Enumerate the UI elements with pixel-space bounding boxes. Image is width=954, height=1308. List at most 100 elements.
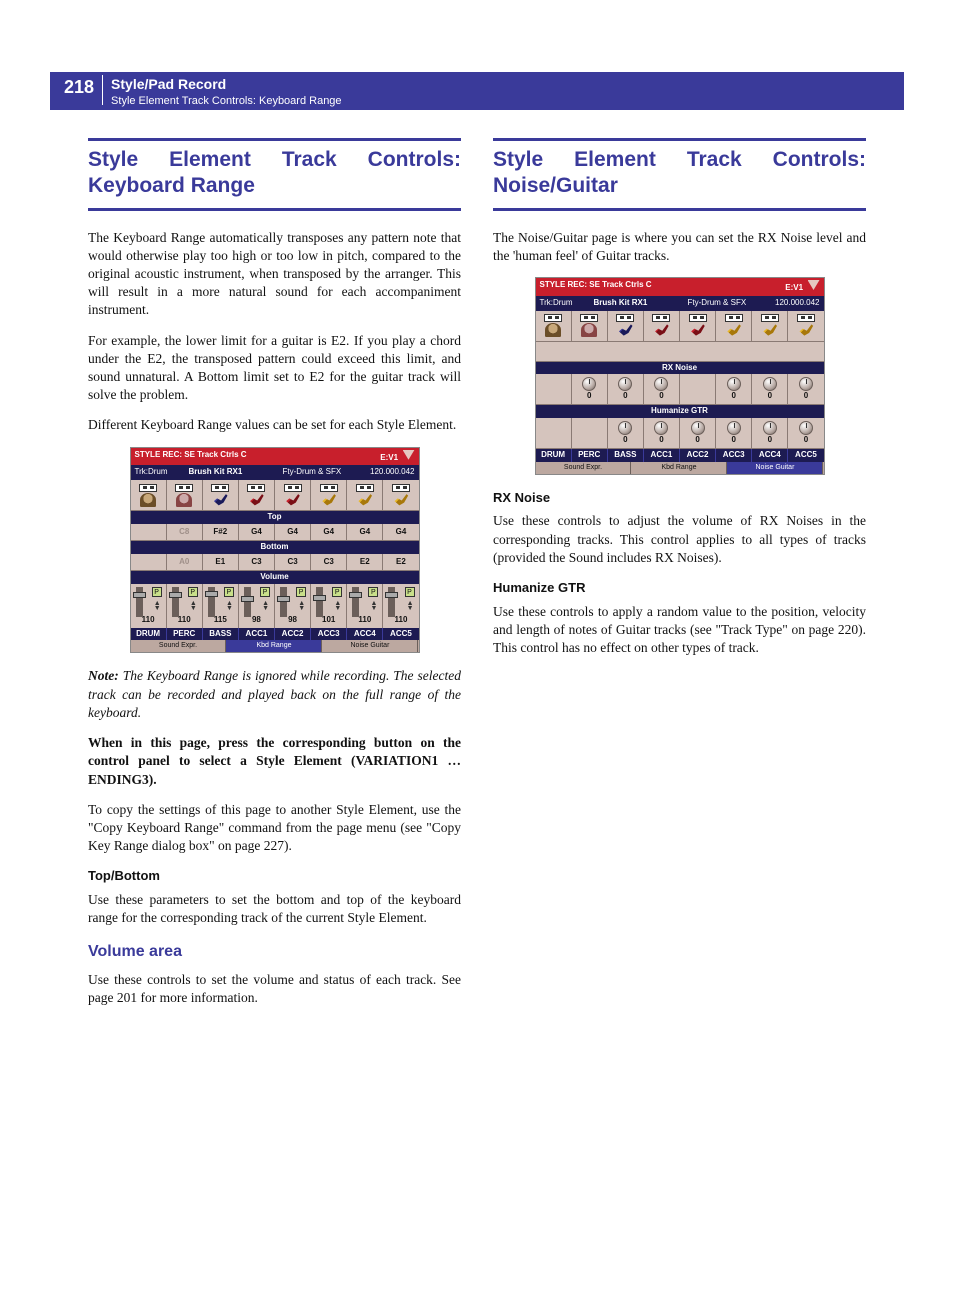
humanize-knobs: 0 0 0 0 0 0 xyxy=(536,418,824,449)
usb-icon xyxy=(689,314,707,322)
track-label[interactable]: DRUM xyxy=(131,628,167,641)
menu-arrow-icon[interactable] xyxy=(403,450,415,460)
play-indicator[interactable]: P xyxy=(296,587,306,597)
top-value[interactable]: G4 xyxy=(239,524,275,540)
tab-sound-expr[interactable]: Sound Expr. xyxy=(536,462,632,474)
play-indicator[interactable]: P xyxy=(224,587,234,597)
subheading-top-bottom: Top/Bottom xyxy=(88,867,461,885)
hum-knob[interactable]: 0 xyxy=(716,418,752,448)
track-label[interactable]: ACC2 xyxy=(275,628,311,641)
guitar-icon[interactable] xyxy=(653,323,669,337)
volume-cell[interactable]: P▲▼98 xyxy=(275,584,311,628)
track-label[interactable]: ACC1 xyxy=(644,449,680,462)
paragraph: Use these controls to set the volume and… xyxy=(88,971,461,1007)
top-value[interactable]: G4 xyxy=(311,524,347,540)
track-label[interactable]: DRUM xyxy=(536,449,572,462)
hum-knob[interactable] xyxy=(572,418,608,448)
track-label[interactable]: ACC3 xyxy=(311,628,347,641)
track-label[interactable]: PERC xyxy=(167,628,203,641)
guitar-icon[interactable] xyxy=(285,493,301,507)
guitar-icon[interactable] xyxy=(393,493,409,507)
bass-icon[interactable] xyxy=(617,323,633,337)
play-indicator[interactable]: P xyxy=(260,587,270,597)
track-label[interactable]: ACC5 xyxy=(383,628,418,641)
top-value[interactable]: G4 xyxy=(347,524,383,540)
bottom-value[interactable]: C3 xyxy=(311,554,347,570)
volume-cell[interactable]: P▲▼115 xyxy=(203,584,239,628)
rx-knob[interactable]: 0 xyxy=(788,374,823,404)
guitar-icon[interactable] xyxy=(321,493,337,507)
bottom-value[interactable]: E1 xyxy=(203,554,239,570)
perc-icon[interactable] xyxy=(581,323,597,337)
volume-cell[interactable]: P▲▼110 xyxy=(131,584,167,628)
play-indicator[interactable]: P xyxy=(332,587,342,597)
hum-knob[interactable]: 0 xyxy=(752,418,788,448)
rx-knob[interactable]: 0 xyxy=(608,374,644,404)
track-label[interactable]: ACC1 xyxy=(239,628,275,641)
hum-knob[interactable]: 0 xyxy=(644,418,680,448)
track-label[interactable]: PERC xyxy=(572,449,608,462)
guitar-icon[interactable] xyxy=(798,323,814,337)
volume-cell[interactable]: P▲▼110 xyxy=(383,584,418,628)
guitar-icon[interactable] xyxy=(248,493,264,507)
top-value[interactable]: G4 xyxy=(383,524,418,540)
guitar-icon[interactable] xyxy=(762,323,778,337)
rx-knob[interactable] xyxy=(680,374,716,404)
tab-kbd-range[interactable]: Kbd Range xyxy=(631,462,727,474)
guitar-icon[interactable] xyxy=(357,493,373,507)
guitar-icon[interactable] xyxy=(726,323,742,337)
tab-noise-guitar[interactable]: Noise Guitar xyxy=(322,640,418,652)
track-label[interactable]: ACC4 xyxy=(752,449,788,462)
bottom-value[interactable]: E2 xyxy=(347,554,383,570)
bottom-value[interactable]: E2 xyxy=(383,554,418,570)
drum-icon[interactable] xyxy=(545,323,561,337)
rx-knob[interactable] xyxy=(536,374,572,404)
bottom-value[interactable]: A0 xyxy=(167,554,203,570)
top-value[interactable]: C8 xyxy=(167,524,203,540)
play-indicator[interactable]: P xyxy=(188,587,198,597)
bottom-value[interactable] xyxy=(131,554,167,570)
volume-cell[interactable]: P▲▼110 xyxy=(347,584,383,628)
volume-cell[interactable]: P▲▼101 xyxy=(311,584,347,628)
track-label[interactable]: BASS xyxy=(608,449,644,462)
rx-knob[interactable]: 0 xyxy=(716,374,752,404)
tab-kbd-range[interactable]: Kbd Range xyxy=(226,640,322,652)
top-value[interactable]: G4 xyxy=(275,524,311,540)
perc-icon[interactable] xyxy=(176,493,192,507)
paragraph: For example, the lower limit for a guita… xyxy=(88,332,461,405)
usb-icon xyxy=(652,314,670,322)
volume-cell[interactable]: P▲▼98 xyxy=(239,584,275,628)
rx-knob[interactable]: 0 xyxy=(572,374,608,404)
track-label[interactable]: BASS xyxy=(203,628,239,641)
rx-knob[interactable]: 0 xyxy=(752,374,788,404)
play-indicator[interactable]: P xyxy=(152,587,162,597)
track-label[interactable]: ACC5 xyxy=(788,449,823,462)
bottom-value[interactable]: C3 xyxy=(275,554,311,570)
volume-value: 98 xyxy=(252,615,261,626)
play-indicator[interactable]: P xyxy=(368,587,378,597)
top-value[interactable] xyxy=(131,524,167,540)
bass-icon[interactable] xyxy=(212,493,228,507)
drum-icon[interactable] xyxy=(140,493,156,507)
trk-label: Trk:Drum xyxy=(135,467,183,478)
track-label[interactable]: ACC3 xyxy=(716,449,752,462)
menu-arrow-icon[interactable] xyxy=(808,280,820,290)
instrument-row xyxy=(536,311,824,342)
bottom-value[interactable]: C3 xyxy=(239,554,275,570)
tab-sound-expr[interactable]: Sound Expr. xyxy=(131,640,227,652)
volume-value: 98 xyxy=(288,615,297,626)
hum-knob[interactable]: 0 xyxy=(608,418,644,448)
track-label[interactable]: ACC2 xyxy=(680,449,716,462)
guitar-icon[interactable] xyxy=(690,323,706,337)
hum-knob[interactable]: 0 xyxy=(788,418,823,448)
rx-knob[interactable]: 0 xyxy=(644,374,680,404)
top-value[interactable]: F#2 xyxy=(203,524,239,540)
bank-name: Fty-Drum & SFX xyxy=(688,298,760,309)
tab-noise-guitar[interactable]: Noise Guitar xyxy=(727,462,823,474)
play-indicator[interactable]: P xyxy=(405,587,415,597)
volume-cell[interactable]: P▲▼110 xyxy=(167,584,203,628)
hum-knob[interactable]: 0 xyxy=(680,418,716,448)
paragraph: Use these parameters to set the bottom a… xyxy=(88,891,461,927)
hum-knob[interactable] xyxy=(536,418,572,448)
track-label[interactable]: ACC4 xyxy=(347,628,383,641)
